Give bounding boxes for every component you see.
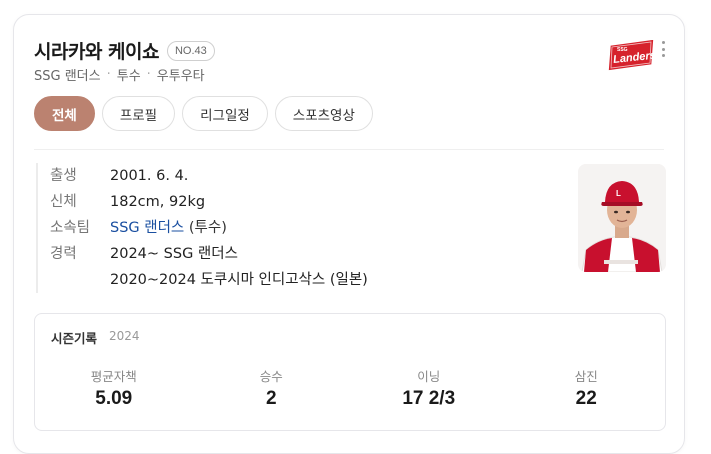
stat-wins: 승수 2 [193,366,351,410]
stat-era: 평균자책 5.09 [35,366,193,410]
season-year: 2024 [109,329,140,343]
career-item: 2020~2024 도쿠시마 인디고삭스 (일본) [110,272,368,288]
stat-label: 이닝 [417,369,441,384]
divider [34,149,664,150]
info-row-career: 경력 2024~ SSG 랜더스 [50,241,368,267]
season-stats: 평균자책 5.09 승수 2 이닝 17 2/3 삼진 22 [35,366,665,410]
career-label: 경력 [50,246,77,262]
stat-value: 22 [575,388,597,409]
tab-sports-video[interactable]: 스포츠영상 [274,96,373,131]
tab-all[interactable]: 전체 [34,96,95,131]
tab-league-schedule[interactable]: 리그일정 [182,96,268,131]
player-photo[interactable]: L [578,164,666,272]
body-value: 182cm, 92kg [110,194,206,210]
team-value: SSG 랜더스 (투수) [110,215,227,241]
season-title: 시즌기록 [51,331,98,346]
profile-info: 출생 2001. 6. 4. 신체 182cm, 92kg 소속팀 SSG 랜더… [36,163,368,293]
separator-dot: · [106,67,111,82]
separator-dot: · [146,67,151,82]
team-label: 소속팀 [50,220,91,236]
info-row-career-2: 2020~2024 도쿠시마 인디고삭스 (일본) [50,267,368,293]
player-subtitle: SSG 랜더스 · 투수 · 우투우타 [34,65,205,84]
number-badge: NO.43 [166,40,215,61]
svg-text:L: L [616,189,621,198]
info-row-team: 소속팀 SSG 랜더스 (투수) [50,215,368,241]
stat-strikeouts: 삼진 22 [508,366,666,410]
team-link[interactable]: SSG 랜더스 [110,220,184,236]
season-record: 시즌기록 2024 평균자책 5.09 승수 2 이닝 17 2/3 삼진 22 [34,313,666,431]
stat-innings: 이닝 17 2/3 [350,366,508,410]
player-name[interactable]: 시라카와 케이쇼 [34,37,159,64]
stat-value: 17 2/3 [402,388,456,409]
info-row-body: 신체 182cm, 92kg [50,189,368,215]
body-label: 신체 [50,194,77,210]
birth-label: 출생 [50,168,77,184]
more-options-icon[interactable] [658,39,668,59]
subtitle-throw-bat: 우투우타 [156,69,205,84]
stat-label: 평균자책 [90,369,137,384]
stat-label: 승수 [259,369,283,384]
info-row-birth: 출생 2001. 6. 4. [50,163,368,189]
stat-value: 5.09 [95,388,133,409]
team-logo[interactable]: SSG Landers [604,35,660,75]
team-position: (투수) [188,220,227,236]
player-card: 시라카와 케이쇼 NO.43 SSG 랜더스 · 투수 · 우투우타 SSG L… [13,14,685,454]
title-row: 시라카와 케이쇼 NO.43 [34,37,215,64]
tab-bar: 전체 프로필 리그일정 스포츠영상 [34,96,373,131]
subtitle-team[interactable]: SSG 랜더스 [34,65,101,84]
stat-label: 삼진 [574,369,598,384]
stat-value: 2 [265,388,277,409]
birth-value: 2001. 6. 4. [110,168,189,184]
tab-profile[interactable]: 프로필 [101,96,176,131]
subtitle-position: 투수 [116,69,141,84]
career-item: 2024~ SSG 랜더스 [110,246,238,262]
